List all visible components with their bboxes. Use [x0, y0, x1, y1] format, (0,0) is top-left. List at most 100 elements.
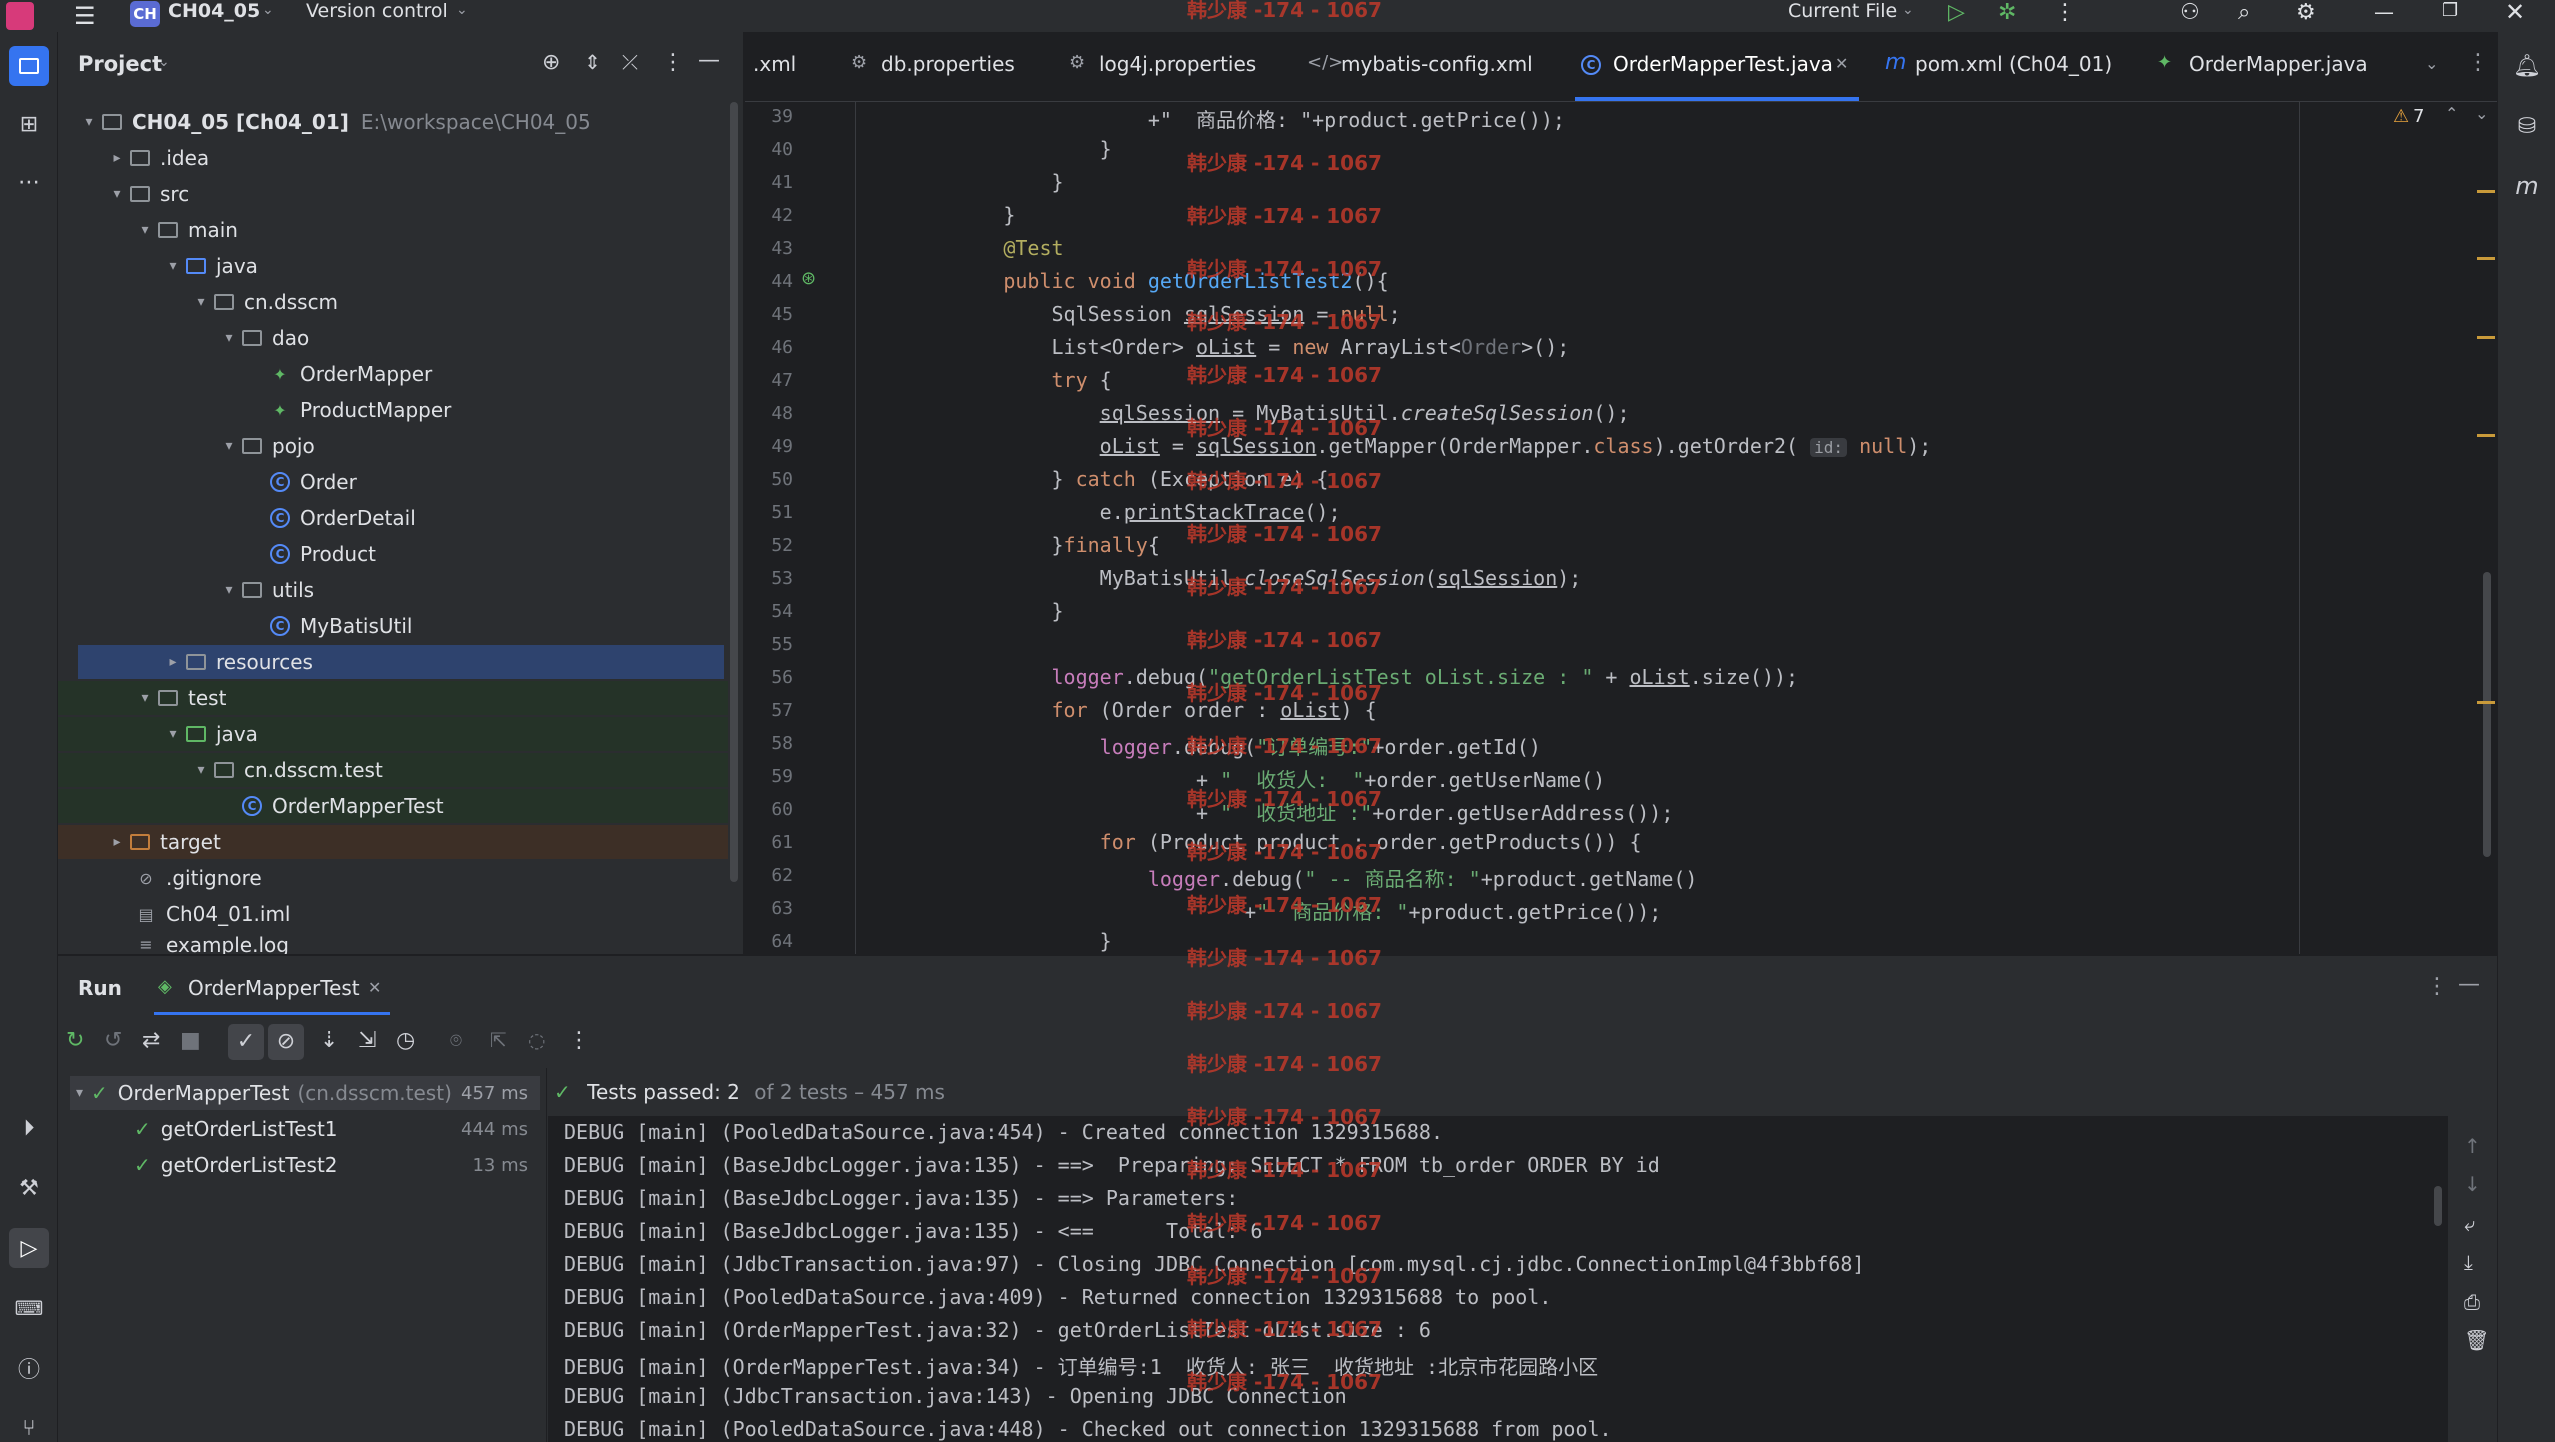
- tree-item-file[interactable]: ⊘ .gitignore: [58, 861, 728, 895]
- more-actions-icon[interactable]: ⋮: [2467, 50, 2489, 75]
- chevron-down-icon[interactable]: ⌄: [456, 2, 468, 18]
- services-tool-icon[interactable]: ⏵: [9, 1108, 49, 1148]
- tab-ordermapper-java[interactable]: OrderMapper.java: [2189, 52, 2368, 76]
- chevron-right-icon[interactable]: ▸: [106, 147, 128, 169]
- chevron-right-icon[interactable]: ▸: [162, 651, 184, 673]
- editor-scrollbar[interactable]: [2483, 572, 2491, 857]
- project-panel-title[interactable]: Project: [78, 52, 162, 76]
- options-icon[interactable]: ⋮: [662, 50, 684, 75]
- tree-item-file[interactable]: ≡ example.log: [58, 933, 728, 954]
- project-scrollbar[interactable]: [730, 102, 738, 882]
- tree-item-class[interactable]: C OrderDetail: [58, 501, 728, 535]
- scroll-to-end-icon[interactable]: ⤓: [2464, 1250, 2473, 1274]
- chevron-down-icon[interactable]: ⌄: [158, 54, 170, 70]
- hide-panel-icon[interactable]: —: [698, 48, 720, 73]
- toggle-auto-test-icon[interactable]: ⇄: [142, 1028, 160, 1053]
- test-suite-row[interactable]: ▾ ✓ OrderMapperTest (cn.dsscm.test) 457 …: [70, 1076, 540, 1110]
- tree-item-pojo[interactable]: ▾ pojo: [58, 429, 728, 463]
- chevron-down-icon[interactable]: ▾: [218, 435, 240, 457]
- scroll-up-icon[interactable]: ↑: [2464, 1134, 2481, 1158]
- console-scrollbar[interactable]: [2434, 1186, 2442, 1226]
- chevron-down-icon[interactable]: ▾: [218, 579, 240, 601]
- tree-item-idea[interactable]: ▸ .idea: [58, 141, 728, 175]
- tree-item-src[interactable]: ▾ src: [58, 177, 728, 211]
- soft-wrap-icon[interactable]: ⤶: [2464, 1212, 2475, 1236]
- run-test-gutter-icon[interactable]: ⊛: [801, 268, 816, 289]
- tree-item-class[interactable]: C MyBatisUtil: [58, 609, 728, 643]
- sort-alphabetically-icon[interactable]: ⇣: [320, 1028, 338, 1053]
- tree-item-target[interactable]: ▸ target: [58, 825, 728, 859]
- trash-icon[interactable]: 🗑︎: [2464, 1328, 2489, 1352]
- test-case-row[interactable]: ✓ getOrderListTest2 13 ms: [70, 1148, 540, 1182]
- project-tool-icon[interactable]: [9, 46, 49, 86]
- build-tool-icon[interactable]: ⚒: [9, 1168, 49, 1208]
- chevron-down-icon[interactable]: ⌄: [2425, 54, 2438, 73]
- chevron-down-icon[interactable]: ▾: [162, 723, 184, 745]
- run-config-selector[interactable]: Current File: [1788, 0, 1897, 22]
- chevron-down-icon[interactable]: ▾: [190, 759, 212, 781]
- show-ignored-icon[interactable]: ⊘: [268, 1024, 304, 1060]
- tab-mybatis-config[interactable]: mybatis-config.xml: [1341, 52, 1533, 76]
- coverage-icon[interactable]: ◌: [528, 1028, 545, 1052]
- history-icon[interactable]: ◷: [396, 1028, 415, 1053]
- warning-icon[interactable]: ⚠: [2393, 106, 2409, 127]
- close-tab-icon[interactable]: ✕: [368, 978, 381, 997]
- stop-icon[interactable]: ■: [180, 1028, 201, 1053]
- code-editor[interactable]: 39 40 41 42 43 44 45 46 47 48 49 50 51 5…: [745, 102, 2497, 954]
- run-panel-title[interactable]: Run: [78, 976, 122, 1000]
- scroll-down-icon[interactable]: ↓: [2464, 1172, 2481, 1196]
- tab-pom-xml[interactable]: pom.xml (Ch04_01): [1915, 52, 2112, 76]
- minimize-icon[interactable]: —: [2374, 0, 2394, 24]
- tab-ordermappertest[interactable]: OrderMapperTest.java: [1613, 52, 1833, 76]
- tree-item-dao[interactable]: ▾ dao: [58, 321, 728, 355]
- settings-gear-icon[interactable]: ⚙: [2296, 0, 2316, 25]
- chevron-down-icon[interactable]: ▾: [134, 687, 156, 709]
- chevron-down-icon[interactable]: ▾: [134, 219, 156, 241]
- tree-item-class[interactable]: C OrderMapperTest: [58, 789, 728, 823]
- tree-item-package[interactable]: ▾ cn.dsscm.test: [58, 753, 728, 787]
- app-logo[interactable]: [6, 2, 34, 30]
- select-opened-file-icon[interactable]: ⊕: [542, 50, 560, 75]
- chevron-up-icon[interactable]: ⌃: [2445, 104, 2458, 123]
- run-icon[interactable]: ▷: [1948, 0, 1965, 25]
- vcs-menu[interactable]: Version control: [306, 0, 448, 22]
- more-actions-icon[interactable]: ⋮: [2054, 0, 2076, 25]
- tree-item-test-java[interactable]: ▾ java: [58, 717, 728, 751]
- tree-item-test[interactable]: ▾ test: [58, 681, 728, 715]
- chevron-down-icon[interactable]: ▾: [162, 255, 184, 277]
- chevron-down-icon[interactable]: ⌄: [262, 2, 274, 18]
- project-badge[interactable]: CH: [130, 1, 160, 27]
- hide-panel-icon[interactable]: —: [2458, 972, 2480, 997]
- chevron-down-icon[interactable]: ▾: [218, 327, 240, 349]
- tree-item-main[interactable]: ▾ main: [58, 213, 728, 247]
- close-tab-icon[interactable]: ✕: [1835, 54, 1848, 73]
- tree-item-class[interactable]: C Product: [58, 537, 728, 571]
- expand-all-icon[interactable]: ⇕: [584, 50, 601, 74]
- camera-icon[interactable]: ⌾: [450, 1028, 462, 1052]
- tree-item-java[interactable]: ▾ java: [58, 249, 728, 283]
- more-actions-icon[interactable]: ⋮: [568, 1028, 590, 1053]
- git-tool-icon[interactable]: ⑂: [9, 1408, 49, 1442]
- rerun-icon[interactable]: ↻: [66, 1028, 84, 1053]
- chevron-down-icon[interactable]: ▾: [190, 291, 212, 313]
- add-user-icon[interactable]: ⚇: [2180, 0, 2200, 25]
- debug-icon[interactable]: ✲: [1998, 0, 2016, 25]
- tab-log4j-properties[interactable]: log4j.properties: [1099, 52, 1256, 76]
- search-icon[interactable]: ⌕: [2238, 0, 2250, 25]
- project-name[interactable]: CH04_05: [168, 0, 260, 22]
- tree-item-utils[interactable]: ▾ utils: [58, 573, 728, 607]
- chevron-right-icon[interactable]: ▸: [106, 831, 128, 853]
- collapse-all-icon[interactable]: ⤫: [622, 50, 638, 74]
- notifications-icon[interactable]: 🔔︎: [2507, 46, 2547, 86]
- rerun-failed-icon[interactable]: ↺: [104, 1028, 122, 1053]
- chevron-down-icon[interactable]: ⌄: [1902, 2, 1914, 18]
- chevron-down-icon[interactable]: ▾: [78, 111, 100, 133]
- tree-item-file[interactable]: ▤ Ch04_01.iml: [58, 897, 728, 931]
- tree-root[interactable]: ▾ CH04_05 [Ch04_01] E:\workspace\CH04_05: [58, 105, 728, 139]
- warnings-count[interactable]: 7: [2413, 106, 2424, 127]
- tab-db-properties[interactable]: db.properties: [881, 52, 1015, 76]
- tree-item-package[interactable]: ▾ cn.dsscm: [58, 285, 728, 319]
- main-menu-icon[interactable]: ☰: [74, 2, 96, 30]
- terminal-tool-icon[interactable]: ⌨: [9, 1288, 49, 1328]
- chevron-down-icon[interactable]: ⌄: [2475, 104, 2488, 123]
